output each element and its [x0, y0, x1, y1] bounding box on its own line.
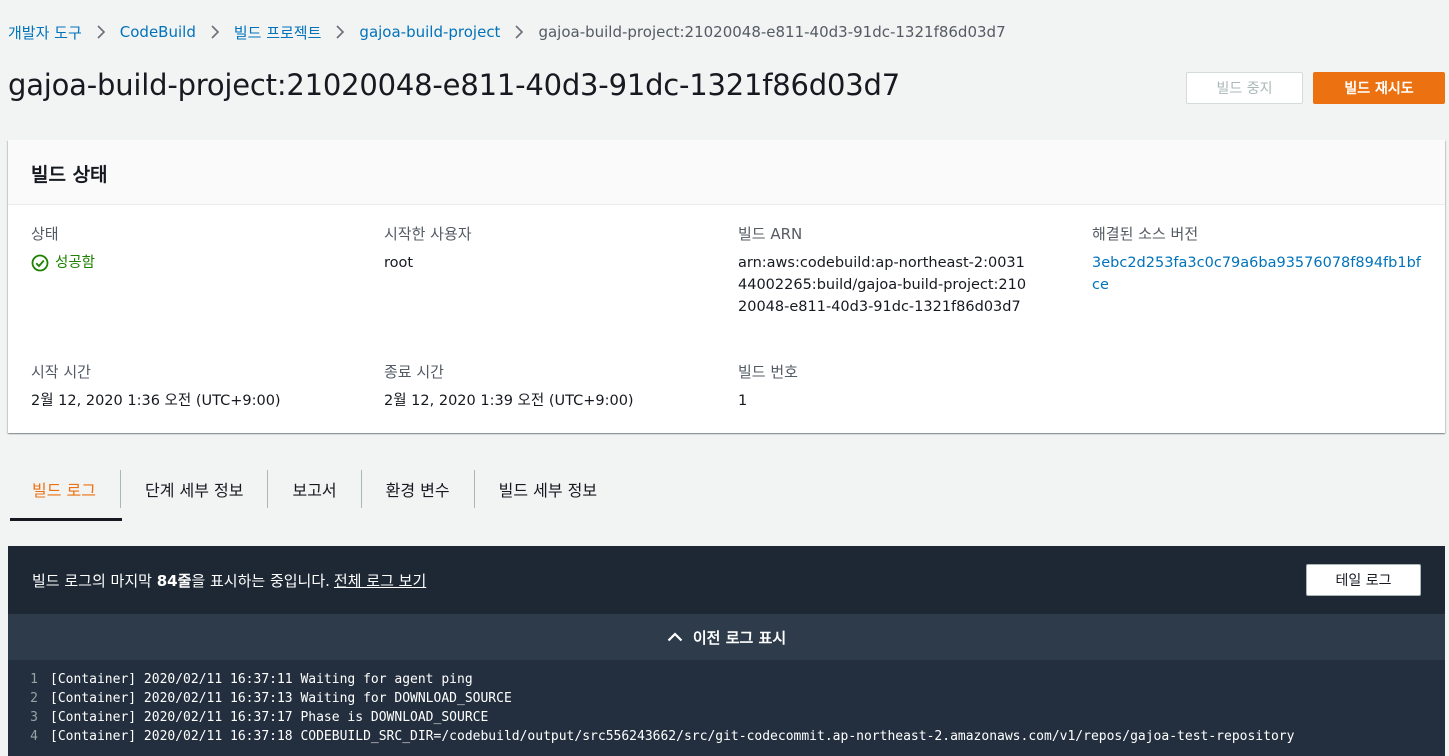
log-line: 1 [Container] 2020/02/11 16:37:11 Waiting… — [8, 670, 1445, 689]
build-status-card: 빌드 상태 상태 성공함 시작한 사용자 root 빌드 ARN arn:aws… — [8, 140, 1445, 433]
log-header-prefix: 빌드 로그의 마지막 — [32, 571, 157, 590]
status-badge: 성공함 — [31, 252, 331, 274]
chevron-right-icon — [514, 25, 524, 39]
log-line: 4 [Container] 2020/02/11 16:37:18 CODEBUI… — [8, 727, 1445, 746]
arn-field: 빌드 ARN arn:aws:codebuild:ap-northeast-2:… — [738, 224, 1038, 318]
tab-bar: 빌드 로그 단계 세부 정보 보고서 환경 변수 빌드 세부 정보 — [8, 470, 1445, 522]
tab-build-logs[interactable]: 빌드 로그 — [8, 470, 120, 508]
retry-build-button[interactable]: 빌드 재시도 — [1313, 72, 1445, 104]
log-line: 3 [Container] 2020/02/11 16:37:17 Phase i… — [8, 708, 1445, 727]
status-label: 상태 — [31, 225, 59, 243]
source-version-link[interactable]: 3ebc2d253fa3c0c79a6ba93576078f894fb1bfce — [1092, 252, 1424, 296]
tab-build-details[interactable]: 빌드 세부 정보 — [473, 470, 622, 508]
show-previous-logs-button[interactable]: 이전 로그 표시 — [8, 614, 1445, 660]
breadcrumb-build-projects[interactable]: 빌드 프로젝트 — [234, 22, 322, 43]
active-tab-indicator — [10, 518, 122, 521]
tab-environment-variables[interactable]: 환경 변수 — [360, 470, 474, 508]
build-number-field: 빌드 번호 1 — [738, 362, 1038, 412]
status-field: 상태 성공함 — [31, 224, 331, 274]
tab-reports[interactable]: 보고서 — [267, 470, 360, 508]
log-line-number: 3 — [30, 710, 38, 725]
start-time-label: 시작 시간 — [31, 363, 91, 381]
card-title: 빌드 상태 — [8, 140, 1445, 205]
breadcrumb-codebuild[interactable]: CodeBuild — [120, 23, 196, 41]
tail-log-button[interactable]: 테일 로그 — [1306, 564, 1421, 596]
log-line-number: 2 — [30, 691, 38, 706]
initiator-label: 시작한 사용자 — [384, 225, 472, 243]
build-number-label: 빌드 번호 — [738, 363, 798, 381]
log-header: 빌드 로그의 마지막 84줄을 표시하는 중입니다. 전체 로그 보기 테일 로그 — [8, 546, 1445, 614]
log-line-text: [Container] 2020/02/11 16:37:11 Waiting … — [50, 672, 473, 687]
chevron-right-icon — [335, 25, 345, 39]
breadcrumb-current: gajoa-build-project:21020048-e811-40d3-9… — [538, 23, 1006, 41]
view-full-log-link[interactable]: 전체 로그 보기 — [334, 572, 426, 590]
log-line-number: 1 — [30, 672, 38, 687]
breadcrumb-developer-tools[interactable]: 개발자 도구 — [8, 22, 82, 43]
page-title: gajoa-build-project:21020048-e811-40d3-9… — [8, 68, 900, 102]
build-log-panel: 빌드 로그의 마지막 84줄을 표시하는 중입니다. 전체 로그 보기 테일 로그… — [8, 546, 1445, 756]
stop-build-button[interactable]: 빌드 중지 — [1186, 72, 1303, 104]
chevron-right-icon — [96, 25, 106, 39]
chevron-right-icon — [210, 25, 220, 39]
success-check-icon — [31, 254, 49, 272]
show-previous-label: 이전 로그 표시 — [692, 628, 787, 647]
start-time-field: 시작 시간 2월 12, 2020 1:36 오전 (UTC+9:00) — [31, 362, 331, 412]
log-line-count: 84줄 — [156, 571, 192, 590]
log-lines: 1 [Container] 2020/02/11 16:37:11 Waiting… — [8, 660, 1445, 746]
breadcrumb-project[interactable]: gajoa-build-project — [359, 23, 500, 41]
arn-label: 빌드 ARN — [738, 225, 803, 243]
source-version-label: 해결된 소스 버전 — [1092, 225, 1199, 243]
end-time-value: 2월 12, 2020 1:39 오전 (UTC+9:00) — [384, 393, 634, 409]
status-value: 성공함 — [55, 255, 96, 271]
end-time-field: 종료 시간 2월 12, 2020 1:39 오전 (UTC+9:00) — [384, 362, 684, 412]
end-time-label: 종료 시간 — [384, 363, 444, 381]
log-header-suffix: 을 표시하는 중입니다. — [191, 571, 330, 590]
initiator-value: root — [384, 255, 414, 271]
log-header-text: 빌드 로그의 마지막 84줄을 표시하는 중입니다. 전체 로그 보기 — [32, 570, 426, 591]
chevron-up-icon — [667, 632, 683, 642]
log-line-text: [Container] 2020/02/11 16:37:13 Waiting … — [50, 691, 512, 706]
log-line-text: [Container] 2020/02/11 16:37:17 Phase is… — [50, 710, 489, 725]
breadcrumb: 개발자 도구 CodeBuild 빌드 프로젝트 gajoa-build-pro… — [8, 20, 1006, 44]
log-line-text: [Container] 2020/02/11 16:37:18 CODEBUIL… — [50, 729, 1295, 744]
tab-phase-details[interactable]: 단계 세부 정보 — [119, 470, 268, 508]
log-line: 2 [Container] 2020/02/11 16:37:13 Waiting… — [8, 689, 1445, 708]
arn-value: arn:aws:codebuild:ap-northeast-2:0031440… — [738, 255, 1027, 315]
source-version-field: 해결된 소스 버전 3ebc2d253fa3c0c79a6ba93576078f… — [1092, 224, 1432, 296]
log-line-number: 4 — [30, 729, 38, 744]
initiator-field: 시작한 사용자 root — [384, 224, 684, 274]
build-number-value: 1 — [738, 393, 748, 409]
start-time-value: 2월 12, 2020 1:36 오전 (UTC+9:00) — [31, 393, 281, 409]
